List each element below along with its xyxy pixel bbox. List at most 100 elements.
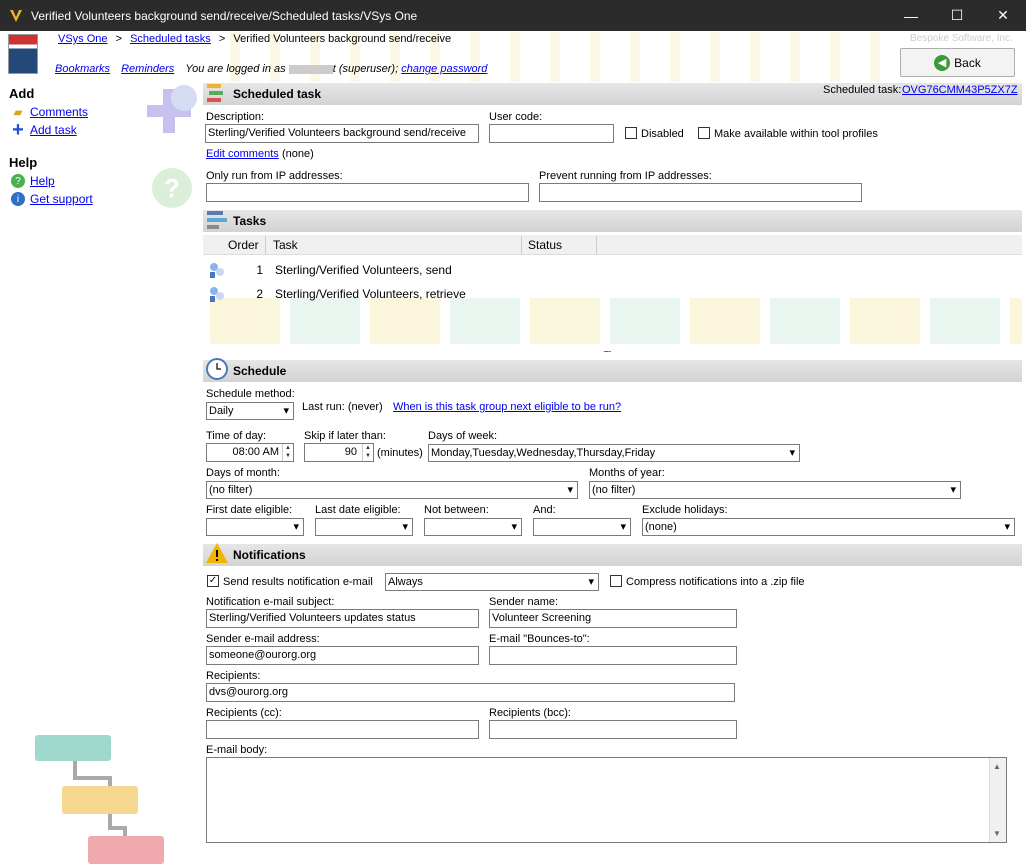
- not-between-label: Not between:: [424, 504, 489, 516]
- time-of-day-label: Time of day:: [206, 430, 267, 442]
- sidebar-item-add-task[interactable]: + Add task: [9, 118, 159, 141]
- email-body-scrollbar[interactable]: ▲ ▼: [989, 758, 1006, 842]
- sidebar-add-task-label[interactable]: Add task: [30, 123, 77, 137]
- column-task[interactable]: Task: [273, 238, 298, 252]
- days-of-month-label: Days of month:: [206, 467, 280, 479]
- close-button[interactable]: ✕: [980, 0, 1026, 31]
- recipients-input[interactable]: dvs@ourorg.org: [206, 683, 735, 702]
- months-of-year-label: Months of year:: [589, 467, 665, 479]
- breadcrumb-current: Verified Volunteers background send/rece…: [233, 33, 452, 45]
- last-date-label: Last date eligible:: [315, 504, 401, 516]
- next-eligible-link[interactable]: When is this task group next eligible to…: [393, 401, 621, 413]
- change-password-link[interactable]: change password: [401, 63, 487, 75]
- back-button-label: Back: [954, 55, 981, 70]
- sender-name-input[interactable]: Volunteer Screening: [489, 609, 737, 628]
- breadcrumb-home-link[interactable]: VSys One: [58, 33, 108, 45]
- schedule-heading: Schedule: [233, 364, 287, 378]
- days-of-week-select[interactable]: Monday,Tuesday,Wednesday,Thursday,Friday: [428, 444, 800, 462]
- compress-checkbox[interactable]: [610, 575, 622, 587]
- email-body-textarea[interactable]: ▲ ▼: [206, 757, 1007, 843]
- recipients-bcc-input[interactable]: [489, 720, 737, 739]
- breadcrumb-separator: >: [115, 33, 123, 45]
- send-notification-label: Send results notification e-mail: [223, 576, 373, 588]
- edit-comments-link[interactable]: Edit comments: [206, 148, 279, 160]
- brand-text: Bespoke Software, Inc.: [910, 33, 1013, 44]
- last-date-select[interactable]: [315, 518, 413, 536]
- schedule-section-header: Schedule: [203, 358, 1022, 382]
- user-code-input[interactable]: [489, 124, 614, 143]
- column-status[interactable]: Status: [528, 238, 562, 252]
- bookmarks-link[interactable]: Bookmarks: [55, 63, 110, 75]
- skip-input[interactable]: 90 ▲ ▼: [304, 443, 374, 462]
- not-between-select[interactable]: [424, 518, 522, 536]
- only-run-ip-label: Only run from IP addresses:: [206, 170, 343, 182]
- flow-decorative-icon: [35, 735, 164, 864]
- skip-spinner[interactable]: ▲ ▼: [362, 444, 373, 461]
- sidebar-help-label[interactable]: Help: [30, 174, 55, 188]
- minimize-button[interactable]: —: [888, 0, 934, 31]
- recipients-cc-input[interactable]: [206, 720, 479, 739]
- schedule-method-select[interactable]: Daily: [206, 402, 294, 420]
- logged-in-suffix: t (superuser);: [332, 63, 399, 75]
- sidebar-item-support[interactable]: i Get support: [9, 192, 159, 206]
- column-order[interactable]: Order: [228, 238, 259, 252]
- tasks-heading: Tasks: [233, 214, 267, 228]
- disabled-checkbox[interactable]: [625, 127, 637, 139]
- tool-profiles-label: Make available within tool profiles: [714, 128, 878, 140]
- months-of-year-select[interactable]: (no filter): [589, 481, 961, 499]
- back-arrow-icon: ◀: [934, 54, 951, 71]
- task-order: 2: [256, 287, 263, 301]
- only-run-ip-input[interactable]: [206, 183, 529, 202]
- scheduled-task-heading: Scheduled task: [233, 87, 322, 101]
- time-of-day-input[interactable]: 08:00 AM ▲ ▼: [206, 443, 294, 462]
- maximize-button[interactable]: ☐: [934, 0, 980, 31]
- table-row[interactable]: 1 Sterling/Verified Volunteers, send: [203, 259, 703, 281]
- table-row[interactable]: 2 Sterling/Verified Volunteers, retrieve: [203, 283, 703, 305]
- sidebar-support-label[interactable]: Get support: [30, 192, 93, 206]
- info-icon: i: [9, 192, 27, 206]
- time-spinner[interactable]: ▲ ▼: [282, 444, 293, 461]
- plus-icon: +: [12, 118, 24, 141]
- exclude-holidays-select[interactable]: (none): [642, 518, 1015, 536]
- sidebar-help-heading: Help: [9, 155, 38, 170]
- scheduled-task-id-link[interactable]: OVG76CMM43P5ZX7Z: [902, 84, 1018, 96]
- compress-label: Compress notifications into a .zip file: [626, 576, 805, 588]
- recipients-cc-label: Recipients (cc):: [206, 707, 282, 719]
- skip-label: Skip if later than:: [304, 430, 386, 442]
- comments-value: (none): [282, 148, 314, 160]
- prevent-ip-input[interactable]: [539, 183, 862, 202]
- window-title: Verified Volunteers background send/rece…: [31, 8, 418, 23]
- sender-address-input[interactable]: someone@ourorg.org: [206, 646, 479, 665]
- sidebar-item-help[interactable]: ? Help: [9, 174, 159, 188]
- user-bar: Bookmarks Reminders You are logged in as…: [55, 63, 495, 75]
- send-notification-select[interactable]: Always: [385, 573, 599, 591]
- last-run-text: Last run: (never): [302, 401, 383, 413]
- and-select[interactable]: [533, 518, 631, 536]
- help-decorative-icon: ?: [152, 168, 192, 208]
- resize-grip[interactable]: ......: [603, 345, 611, 354]
- breadcrumb: VSys One > Scheduled tasks > Verified Vo…: [58, 33, 451, 45]
- scheduled-task-id-label: Scheduled task:: [823, 84, 902, 96]
- tool-profiles-checkbox[interactable]: [698, 127, 710, 139]
- sidebar-comments-label[interactable]: Comments: [30, 105, 88, 119]
- clock-icon: [206, 358, 228, 380]
- tasks-table-header: Order Task Status: [203, 235, 1022, 255]
- first-date-select[interactable]: [206, 518, 304, 536]
- app-logo: [8, 34, 38, 74]
- sidebar-item-comments[interactable]: ▰ Comments: [9, 105, 159, 119]
- reminders-link[interactable]: Reminders: [121, 63, 174, 75]
- bounces-to-input[interactable]: [489, 646, 737, 665]
- app-icon: [10, 9, 22, 22]
- sidebar-add-heading: Add: [9, 86, 35, 101]
- subject-input[interactable]: Sterling/Verified Volunteers updates sta…: [206, 609, 479, 628]
- send-notification-checkbox[interactable]: ✓: [207, 575, 219, 587]
- days-of-week-label: Days of week:: [428, 430, 498, 442]
- sender-name-label: Sender name:: [489, 596, 559, 608]
- breadcrumb-scheduled-tasks-link[interactable]: Scheduled tasks: [130, 33, 211, 45]
- days-of-month-select[interactable]: (no filter): [206, 481, 578, 499]
- bounces-to-label: E-mail "Bounces-to":: [489, 633, 590, 645]
- description-input[interactable]: Sterling/Verified Volunteers background …: [205, 124, 479, 143]
- task-name: Sterling/Verified Volunteers, send: [275, 263, 452, 277]
- back-button[interactable]: ◀ Back: [900, 48, 1015, 77]
- schedule-method-label: Schedule method:: [206, 388, 295, 400]
